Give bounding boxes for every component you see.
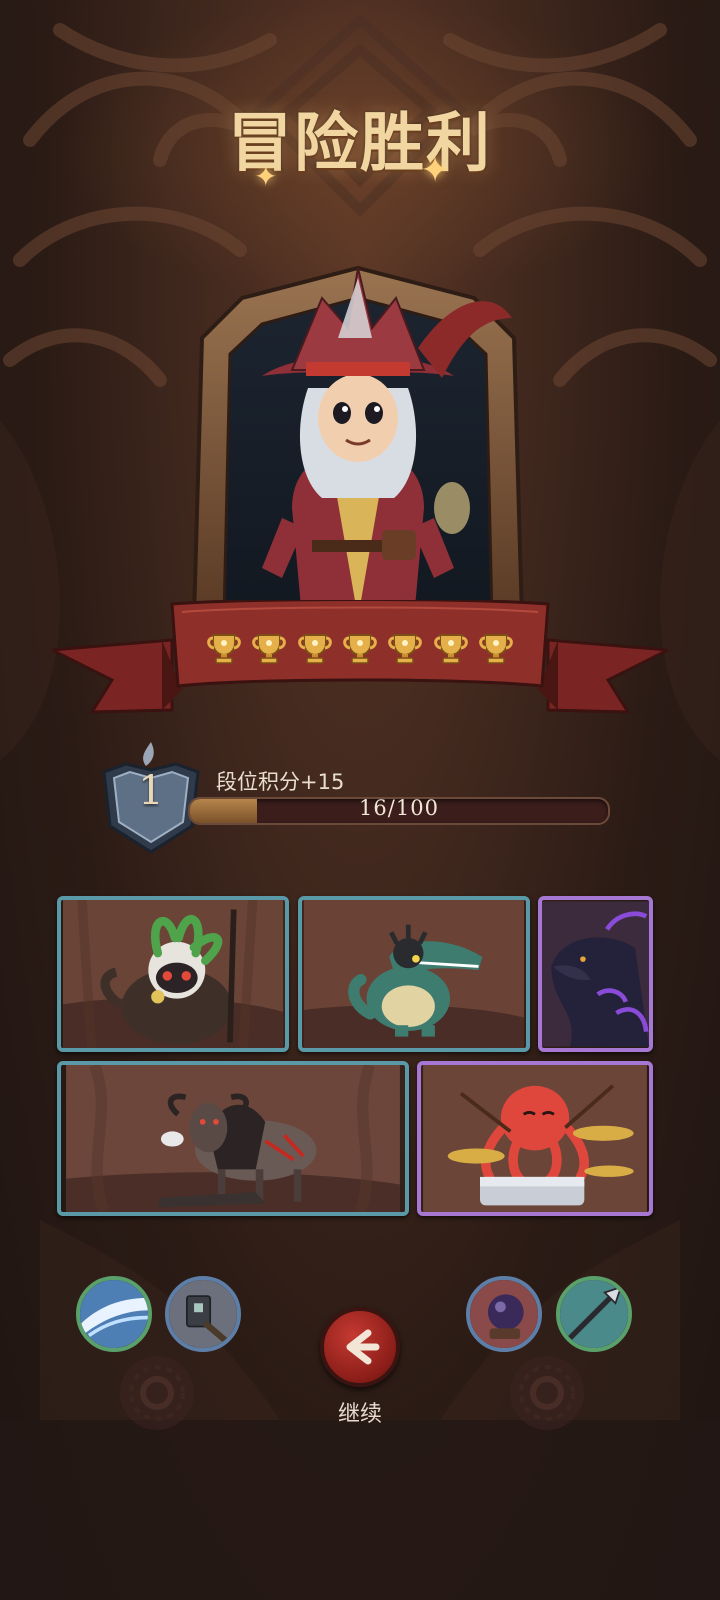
hero-portrait bbox=[191, 265, 525, 620]
trophy-icon bbox=[207, 634, 241, 664]
item-slot-spear[interactable] bbox=[556, 1276, 632, 1352]
shadow-dragon-illustration bbox=[542, 901, 649, 1047]
ice-slash-icon bbox=[80, 1280, 148, 1348]
continue-button[interactable] bbox=[320, 1307, 400, 1387]
item-slot-hammer[interactable] bbox=[165, 1276, 241, 1352]
sparkle-icon: ✦ bbox=[254, 160, 278, 193]
trophy-icon bbox=[297, 634, 332, 664]
victory-screen: 冒险胜利 ✦ ✦ 1 段位积分+15 16/100 继续 bbox=[0, 0, 720, 1600]
gnu-beast-illustration bbox=[66, 1065, 400, 1212]
spear-icon bbox=[560, 1280, 628, 1348]
arrow-left-icon bbox=[346, 1329, 380, 1365]
trophy-icon bbox=[388, 634, 423, 664]
enemy-card-octopus-drummer[interactable] bbox=[417, 1061, 653, 1216]
enemy-card-tribal-bird-shaman[interactable] bbox=[57, 896, 289, 1052]
trophy-icon bbox=[343, 634, 377, 664]
trophy-row bbox=[205, 628, 515, 668]
victory-title: 冒险胜利 bbox=[228, 107, 492, 181]
trophy-icon bbox=[433, 634, 468, 664]
enemy-card-shadow-dragon[interactable] bbox=[538, 896, 653, 1052]
item-slot-ice-slash[interactable] bbox=[76, 1276, 152, 1352]
rank-progress-text: 16/100 bbox=[359, 796, 439, 820]
tribal-bird-shaman-illustration bbox=[62, 900, 284, 1048]
spiked-crocodile-illustration bbox=[303, 900, 525, 1048]
trophy-icon bbox=[479, 634, 513, 664]
gear-icon bbox=[129, 1365, 185, 1421]
continue-label: 继续 bbox=[337, 1402, 382, 1427]
orb-icon bbox=[470, 1280, 538, 1348]
hammer-icon bbox=[169, 1280, 237, 1348]
empty-slot-left bbox=[120, 1356, 194, 1430]
item-slot-orb[interactable] bbox=[466, 1276, 542, 1352]
trophy-icon bbox=[252, 634, 287, 664]
sparkle-icon: ✦ bbox=[420, 150, 451, 191]
gear-icon bbox=[519, 1365, 575, 1421]
rank-points-label: 段位积分+15 bbox=[216, 770, 345, 794]
enemy-card-spiked-crocodile[interactable] bbox=[298, 896, 530, 1052]
empty-slot-right bbox=[510, 1356, 584, 1430]
enemy-card-gnu-beast[interactable] bbox=[57, 1061, 409, 1216]
octopus-drummer-illustration bbox=[423, 1065, 647, 1212]
